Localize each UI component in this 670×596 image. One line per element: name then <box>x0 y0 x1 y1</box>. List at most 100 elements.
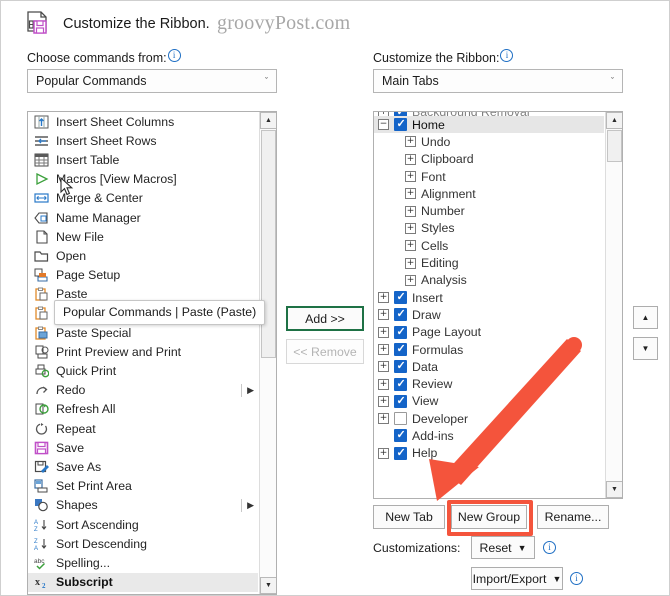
import-export-button[interactable]: Import/Export ▼ <box>471 567 563 590</box>
expand-icon[interactable]: + <box>378 309 389 321</box>
info-icon[interactable]: i <box>543 541 556 554</box>
command-list-item[interactable]: New File <box>28 227 258 246</box>
ribbon-tree-item[interactable]: + Alignment <box>374 185 604 202</box>
ribbon-tree-item[interactable]: + View <box>374 393 604 410</box>
rename-button[interactable]: Rename... <box>537 505 609 529</box>
tree-item-checkbox[interactable] <box>394 117 407 132</box>
expand-icon[interactable]: + <box>378 344 389 355</box>
new-tab-button[interactable]: New Tab <box>373 505 445 529</box>
expand-icon[interactable]: + <box>405 205 416 217</box>
move-up-button[interactable]: ▲ <box>633 306 658 329</box>
commands-scrollbar[interactable]: ▲ ▼ <box>259 112 276 594</box>
tree-item-checkbox[interactable] <box>394 290 407 305</box>
expand-icon[interactable]: + <box>378 378 389 390</box>
add-button[interactable]: Add >> <box>286 306 364 331</box>
expand-icon[interactable]: + <box>378 447 389 459</box>
ribbon-tree-item[interactable]: + Editing <box>374 254 604 271</box>
command-list-item[interactable]: Open <box>28 246 258 265</box>
expand-icon[interactable]: + <box>405 257 416 269</box>
command-list-item[interactable]: Page Setup <box>28 266 258 285</box>
expand-icon[interactable]: + <box>378 413 389 425</box>
command-list-item[interactable]: Z A Sort Descending <box>28 534 258 553</box>
command-list-item[interactable]: Save As <box>28 457 258 476</box>
tree-item-checkbox[interactable] <box>394 342 407 356</box>
command-list-item[interactable]: abc Spelling... <box>28 553 258 572</box>
ribbon-tree-item[interactable]: + Cells <box>374 237 604 254</box>
command-list-item[interactable]: Macros [View Macros] <box>28 170 258 189</box>
expand-icon[interactable]: + <box>405 171 416 183</box>
info-icon[interactable]: i <box>500 49 514 62</box>
expand-icon[interactable]: + <box>378 395 389 407</box>
scrollbar-thumb[interactable] <box>607 130 622 162</box>
customize-ribbon-dropdown[interactable]: Main Tabs ˇ <box>373 69 623 93</box>
commands-listbox[interactable]: Insert Sheet Columns Insert Sheet Rows Ins… <box>27 111 277 595</box>
ribbon-tree-item[interactable]: + Developer <box>374 410 604 427</box>
scroll-up-button[interactable]: ▲ <box>606 112 622 129</box>
new-group-button[interactable]: New Group <box>451 505 527 529</box>
info-icon[interactable]: i <box>167 49 181 62</box>
tree-item-checkbox[interactable] <box>394 377 407 391</box>
expand-icon[interactable]: + <box>405 188 416 200</box>
scroll-down-button[interactable]: ▼ <box>606 481 622 498</box>
ribbon-tree-item[interactable]: + Review <box>374 375 604 392</box>
command-list-item[interactable]: Name Manager <box>28 208 258 227</box>
command-list-item[interactable]: A Z Sort Ascending <box>28 515 258 534</box>
remove-button[interactable]: << Remove <box>286 339 364 364</box>
ribbon-tree-item[interactable]: + Page Layout <box>374 324 604 341</box>
expand-icon[interactable]: + <box>378 361 389 373</box>
command-list-item[interactable]: Merge & Center <box>28 189 258 208</box>
command-list-item[interactable]: Save <box>28 438 258 457</box>
ribbon-tree-item[interactable]: + Data <box>374 358 604 375</box>
ribbon-tree-item[interactable]: + Undo <box>374 133 604 150</box>
submenu-arrow-icon[interactable]: ▶ <box>241 498 254 512</box>
ribbon-tree-item[interactable]: Add-ins <box>374 427 604 444</box>
tree-item-checkbox[interactable] <box>394 412 407 426</box>
collapse-icon[interactable]: − <box>378 119 389 131</box>
expand-icon[interactable]: + <box>378 292 389 304</box>
submenu-arrow-icon[interactable]: ▶ <box>241 383 254 397</box>
reset-button[interactable]: Reset ▼ <box>471 536 535 559</box>
command-list-item[interactable]: Quick Print <box>28 361 258 380</box>
tree-item-checkbox[interactable] <box>394 325 407 339</box>
expand-icon[interactable]: + <box>405 240 416 252</box>
command-list-item[interactable]: Refresh All <box>28 400 258 419</box>
command-list-item[interactable]: Print Preview and Print <box>28 342 258 361</box>
command-list-item[interactable]: Repeat <box>28 419 258 438</box>
command-list-item[interactable]: Set Print Area <box>28 477 258 496</box>
command-list-item[interactable]: Insert Table <box>28 150 258 169</box>
command-list-item[interactable]: x 2 Subscript <box>28 572 258 592</box>
expand-icon[interactable]: + <box>405 222 416 234</box>
ribbon-tree-scrollbar[interactable]: ▲ ▼ <box>605 112 622 498</box>
move-down-button[interactable]: ▼ <box>633 337 658 360</box>
command-list-item[interactable]: Insert Sheet Columns <box>28 112 258 131</box>
scroll-down-button[interactable]: ▼ <box>260 577 276 594</box>
command-list-item[interactable]: Redo ▶ <box>28 381 258 400</box>
command-list-item[interactable]: Paste Special <box>28 323 258 342</box>
ribbon-tree-item[interactable]: + Number <box>374 202 604 219</box>
ribbon-tree-item[interactable]: + Analysis <box>374 272 604 289</box>
ribbon-tree-item[interactable]: + Help <box>374 445 604 462</box>
tree-item-checkbox[interactable] <box>394 446 407 460</box>
expand-icon[interactable]: + <box>405 274 416 286</box>
scroll-up-button[interactable]: ▲ <box>260 112 276 129</box>
ribbon-tree-item[interactable]: + Insert <box>374 289 604 306</box>
tree-item-checkbox[interactable] <box>394 428 407 443</box>
ribbon-tree[interactable]: +Background Removal−Home+Undo+Clipboard+… <box>374 112 604 498</box>
command-list-item[interactable]: ∑Sum <box>28 592 258 594</box>
ribbon-tree-item[interactable]: + Font <box>374 168 604 185</box>
ribbon-tree-listbox[interactable]: +Background Removal−Home+Undo+Clipboard+… <box>373 111 623 499</box>
choose-commands-dropdown[interactable]: Popular Commands ˇ <box>27 69 277 93</box>
tree-item-checkbox[interactable] <box>394 394 407 408</box>
ribbon-tree-item[interactable]: + Styles <box>374 220 604 237</box>
commands-list[interactable]: Insert Sheet Columns Insert Sheet Rows Ins… <box>28 112 258 594</box>
ribbon-tree-item[interactable]: − Home <box>374 116 604 134</box>
ribbon-tree-item[interactable]: + Clipboard <box>374 151 604 168</box>
tree-item-checkbox[interactable] <box>394 359 407 374</box>
expand-icon[interactable]: + <box>405 153 416 165</box>
expand-icon[interactable]: + <box>378 326 389 338</box>
ribbon-tree-item[interactable]: + Draw <box>374 306 604 323</box>
command-list-item[interactable]: Shapes ▶ <box>28 496 258 515</box>
info-icon[interactable]: i <box>570 572 583 585</box>
expand-icon[interactable]: + <box>405 136 416 148</box>
command-list-item[interactable]: Insert Sheet Rows <box>28 131 258 150</box>
